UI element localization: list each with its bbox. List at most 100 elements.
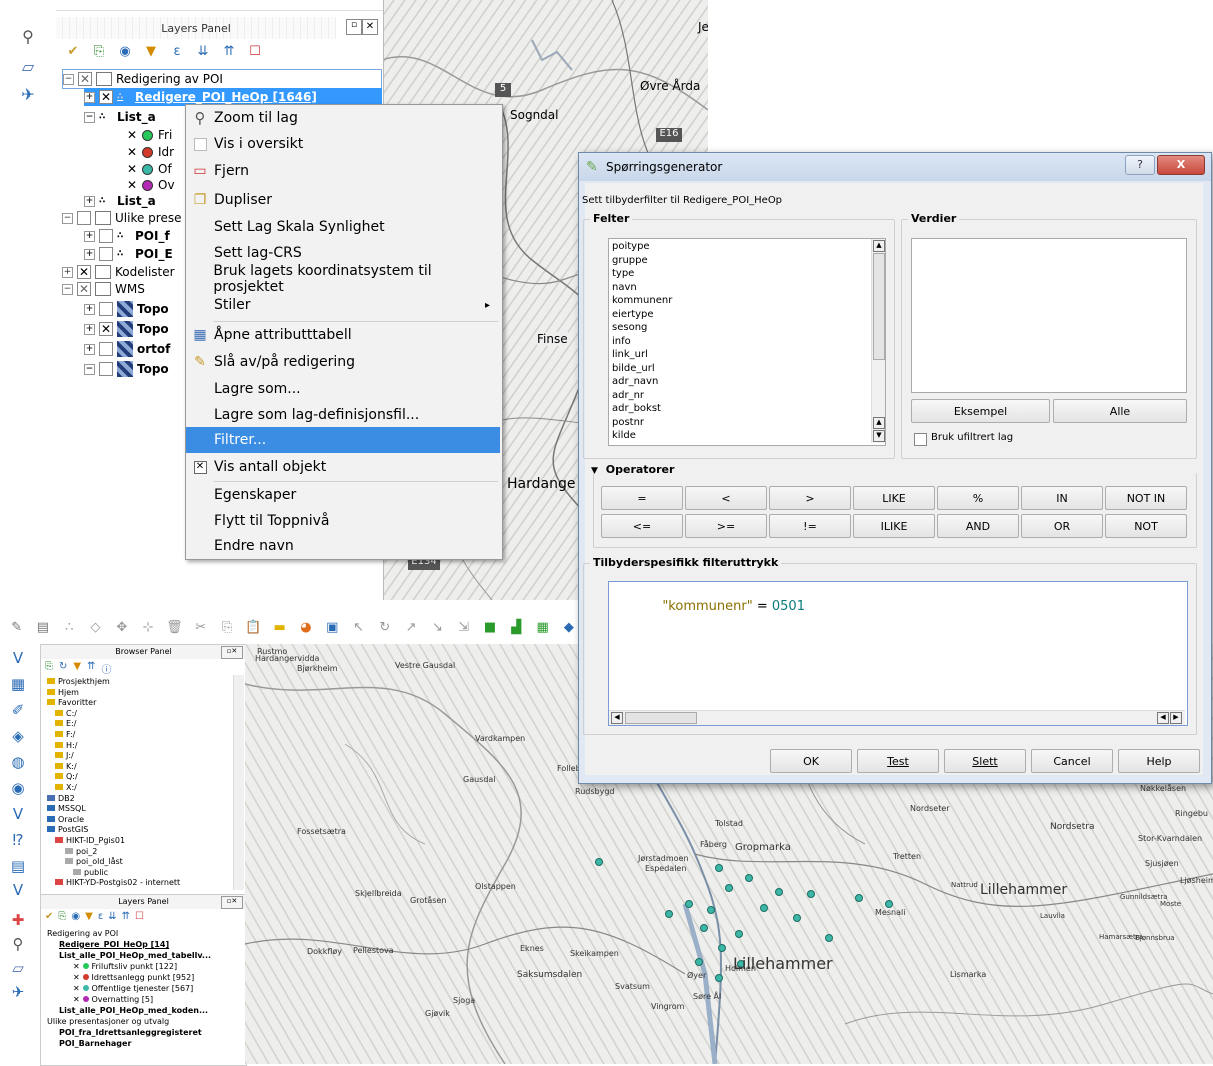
menu-item-properties[interactable]: Egenskaper	[186, 482, 500, 508]
filter-icon[interactable]: ▼	[85, 911, 93, 922]
menu-item-open-attribute-table[interactable]: ▦ Åpne attributttabell	[186, 322, 500, 348]
gps-tool-icon[interactable]: ✈	[14, 80, 42, 108]
add-group-icon[interactable]: ⎘	[88, 40, 110, 62]
add-delimited-layer-icon[interactable]: ⚲	[14, 22, 42, 50]
small-tree-item[interactable]: Ulike presentasjoner og utvalg	[47, 1017, 169, 1026]
add-raster-layer-icon[interactable]: ▱	[14, 52, 42, 80]
group-checkbox[interactable]: ✕	[77, 282, 91, 296]
menu-item-rename[interactable]: Endre navn	[186, 533, 500, 559]
field-item[interactable]: type	[609, 267, 871, 281]
browser-item[interactable]: X:/	[55, 783, 77, 792]
field-item[interactable]: sesong	[609, 321, 871, 335]
add-oracle-icon[interactable]: ⁉	[4, 826, 32, 854]
field-item[interactable]: bilde_url	[609, 362, 871, 376]
checkbox-checked-icon[interactable]: ✕	[73, 984, 83, 993]
expand-icon[interactable]: +	[84, 195, 95, 207]
browser-item[interactable]: public	[73, 868, 108, 877]
browser-item[interactable]: DB2	[47, 794, 75, 803]
small-tree-item[interactable]: ✕ Offentlige tjenester [567]	[73, 984, 193, 993]
expand-icon[interactable]: +	[84, 303, 95, 315]
operator-button[interactable]: !=	[769, 514, 851, 538]
browser-item[interactable]: PostGIS	[47, 825, 88, 834]
group-checkbox[interactable]: ✕	[77, 265, 91, 279]
move-feature-icon[interactable]: ✥	[111, 616, 132, 638]
checkbox-checked-icon[interactable]: ✕	[73, 995, 83, 1004]
menu-item-styles[interactable]: Stiler ▸	[186, 292, 500, 318]
new-layer-icon[interactable]: V	[4, 876, 32, 904]
tree-layer-topo-1[interactable]: + Topo	[84, 300, 169, 318]
refresh-icon[interactable]: ↻	[59, 661, 67, 676]
operator-button[interactable]: NOT	[1105, 514, 1187, 538]
collapse-icon[interactable]: −	[62, 283, 73, 295]
add-raster-icon[interactable]: ▦	[4, 670, 32, 698]
browser-item[interactable]: K:/	[55, 762, 77, 771]
layer-checkbox[interactable]	[99, 229, 113, 243]
add-wms-icon[interactable]: ◍	[4, 748, 32, 776]
menu-item-remove[interactable]: ▭ Fjern	[186, 158, 500, 184]
expand-all-icon[interactable]: ⇊	[192, 40, 214, 62]
operator-button[interactable]: >	[769, 486, 851, 510]
expand-icon[interactable]: +	[84, 91, 95, 103]
small-tree-item[interactable]: POI_fra_Idrettsanleggregisteret	[59, 1028, 202, 1037]
category-checkbox[interactable]: ✕	[126, 163, 138, 175]
field-item[interactable]: link_url	[609, 348, 871, 362]
browser-item[interactable]: E:/	[55, 719, 76, 728]
checkbox-checked-icon[interactable]: ✕	[73, 962, 83, 971]
add-vector-layer-icon[interactable]: V	[4, 644, 32, 672]
fields-scrollbar[interactable]: ▲ ▲ ▼	[871, 239, 885, 443]
collapse-icon[interactable]: −	[84, 363, 95, 375]
sample-button[interactable]: Eksempel	[911, 399, 1050, 423]
hscroll-thumb[interactable]	[625, 712, 697, 724]
operator-button[interactable]: NOT IN	[1105, 486, 1187, 510]
expand-icon[interactable]: +	[62, 266, 73, 278]
browser-item[interactable]: poi_2	[65, 847, 97, 856]
add-group-icon[interactable]: ⎘	[58, 911, 66, 922]
filter-icon[interactable]: ▼	[140, 40, 162, 62]
dialog-help-button[interactable]: ?	[1125, 155, 1155, 175]
chart-icon[interactable]: ▟	[506, 616, 527, 638]
all-button[interactable]: Alle	[1053, 399, 1187, 423]
expression-editor[interactable]: "kommunenr" = 0501 ◀ ◀ ▶	[608, 581, 1188, 726]
menu-item-save-as[interactable]: Lagre som...	[186, 376, 500, 402]
change-label-icon[interactable]: ↗	[400, 616, 421, 638]
save-edits-icon[interactable]: ▤	[32, 616, 53, 638]
group-checkbox[interactable]	[77, 211, 91, 225]
tree-category-idr[interactable]: ✕ Idr	[126, 143, 174, 161]
browser-item[interactable]: F:/	[55, 730, 75, 739]
collapse-all-icon[interactable]: ⇈	[87, 661, 95, 676]
layer-checkbox[interactable]	[99, 342, 113, 356]
menu-item-save-layer-definition[interactable]: Lagre som lag-definisjonsfil...	[186, 402, 500, 428]
operator-button[interactable]: <	[685, 486, 767, 510]
browser-item[interactable]: J:/	[55, 751, 74, 760]
expression-filter-icon[interactable]: ε	[98, 911, 103, 922]
expand-icon[interactable]: +	[84, 323, 95, 335]
green-square-icon[interactable]: ■	[479, 616, 500, 638]
menu-item-show-feature-count[interactable]: ✕ Vis antall objekt	[186, 454, 500, 480]
browser-item[interactable]: Prosjekthjem	[47, 677, 110, 686]
paste-icon[interactable]: 📋	[243, 616, 264, 638]
values-list[interactable]	[911, 238, 1187, 393]
add-wfs-icon[interactable]: V	[4, 800, 32, 828]
menu-item-duplicate[interactable]: ❐ Dupliser	[186, 187, 500, 213]
partial-checkbox[interactable]: ✕	[78, 72, 92, 86]
collapse-icon[interactable]: −	[63, 73, 74, 85]
copy-icon[interactable]: ⎘	[216, 616, 237, 638]
tree-group-wms[interactable]: − ✕ WMS	[62, 280, 145, 298]
layers-panel-close-button[interactable]: ▫✕	[221, 896, 243, 909]
operator-button[interactable]: OR	[1021, 514, 1103, 538]
small-tree-item[interactable]: ✕ Idrettsanlegg punkt [952]	[73, 973, 194, 982]
small-tree-item[interactable]: ✕ Overnatting [5]	[73, 995, 153, 1004]
add-polygon-icon[interactable]: ◇	[85, 616, 106, 638]
menu-item-move-to-top[interactable]: Flytt til Toppnivå	[186, 508, 500, 534]
field-item[interactable]: adr_bokst	[609, 402, 871, 416]
layer-checkbox[interactable]: ✕	[99, 322, 113, 336]
ok-button[interactable]: OK	[770, 749, 852, 773]
browser-item[interactable]: H:/	[55, 741, 77, 750]
field-item[interactable]: adr_navn	[609, 375, 871, 389]
small-tree-item[interactable]: Redigere_POI_HeOp [14]	[59, 940, 169, 949]
scroll-left-icon[interactable]: ◀	[611, 712, 623, 724]
layer-style-icon[interactable]: ✔	[45, 911, 53, 922]
properties-icon[interactable]: ⓘ	[101, 661, 111, 676]
layer-checkbox[interactable]	[99, 302, 113, 316]
field-item[interactable]: kilde	[609, 429, 871, 443]
